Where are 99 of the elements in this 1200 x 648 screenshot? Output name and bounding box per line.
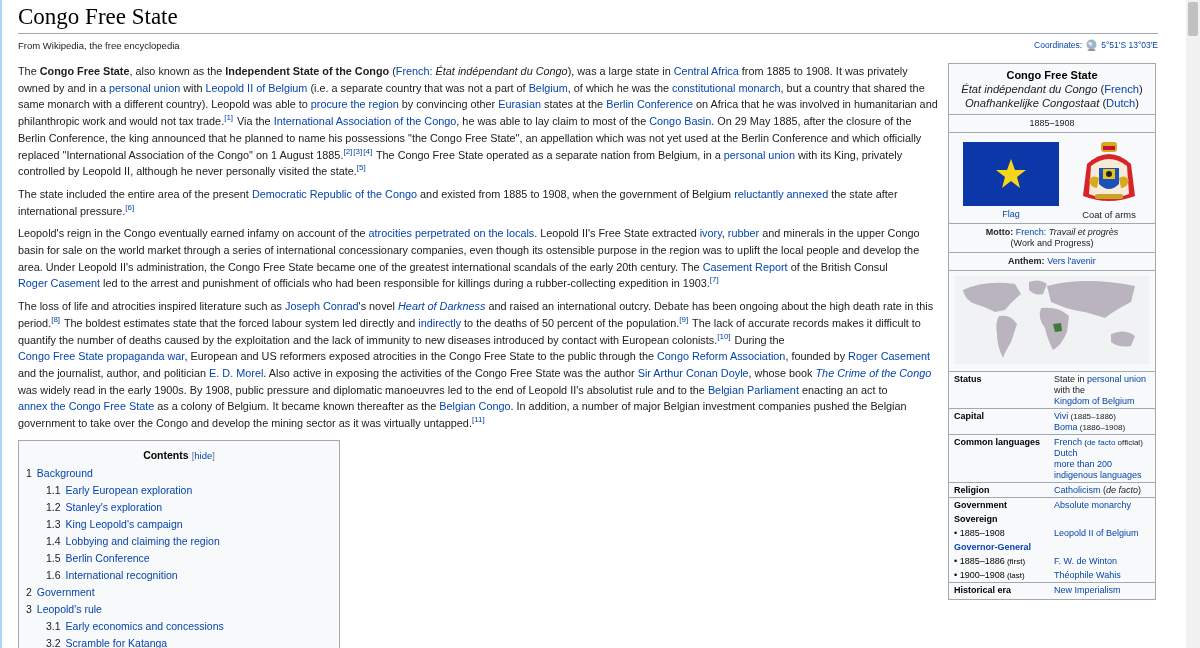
link[interactable]: annex the Congo Free State bbox=[18, 400, 155, 413]
reference-link[interactable]: [8] bbox=[51, 315, 61, 324]
reference-link[interactable]: [5] bbox=[356, 164, 366, 173]
page-title: Congo Free State bbox=[18, 3, 1158, 34]
motto-translation: (Work and Progress) bbox=[1009, 238, 1095, 249]
link[interactable]: rubber bbox=[727, 227, 760, 240]
arms-caption: Coat of arms bbox=[1082, 209, 1136, 220]
link[interactable]: Vivi bbox=[1054, 411, 1069, 421]
toc-entry[interactable]: 1.3 King Leopold's campaign bbox=[46, 515, 183, 533]
infobox-label: Government bbox=[954, 500, 1008, 511]
infobox-value: Vivi (1885–1886) bbox=[1054, 411, 1117, 422]
link[interactable]: Catholicism bbox=[1054, 485, 1101, 495]
link[interactable]: Absolute monarchy bbox=[1054, 500, 1152, 511]
link[interactable]: ivory bbox=[699, 227, 722, 240]
infobox-value: French (de facto official) bbox=[1054, 437, 1144, 448]
infobox-label: Religion bbox=[954, 485, 991, 496]
link[interactable]: F. W. de Winton bbox=[1054, 556, 1152, 567]
link[interactable]: Dutch bbox=[1054, 448, 1152, 459]
link[interactable]: Belgium bbox=[528, 81, 568, 94]
link[interactable]: Vers l'avenir bbox=[1047, 256, 1096, 266]
reference-link[interactable]: [11] bbox=[471, 416, 485, 425]
tagline: From Wikipedia, the free encyclopedia bbox=[18, 39, 180, 51]
link[interactable]: Kingdom of Belgium bbox=[1054, 396, 1135, 406]
infobox-label: Status bbox=[954, 374, 983, 386]
link[interactable]: French bbox=[1054, 437, 1082, 447]
link[interactable]: Dutch bbox=[1106, 97, 1136, 109]
reference-link[interactable]: [2] bbox=[343, 147, 353, 156]
native-name: Onafhankelijke Congostaat (Dutch) bbox=[963, 96, 1141, 110]
infobox-value: Catholicism (de facto) bbox=[1054, 485, 1143, 496]
toc-entry[interactable]: 3 Leopold's rule bbox=[26, 600, 102, 618]
link[interactable]: Congo Free State propaganda war bbox=[18, 350, 185, 363]
toc-entry[interactable]: 2 Government bbox=[26, 583, 95, 601]
link[interactable]: Joseph Conrad bbox=[285, 300, 359, 313]
reference-link[interactable]: [9] bbox=[679, 315, 689, 324]
motto-text: Motto: French: Travail et progrès bbox=[984, 227, 1120, 238]
anthem-text: Anthem: Vers l'avenir bbox=[1008, 256, 1096, 266]
infobox-label: • 1900–1908 (last) bbox=[954, 570, 1026, 581]
link[interactable]: personal union bbox=[723, 148, 795, 161]
infobox-label: Historical era bbox=[954, 585, 1013, 596]
bracket: ] bbox=[212, 448, 215, 463]
link[interactable]: Sir Arthur Conan Doyle bbox=[637, 366, 749, 379]
infobox-value: Boma (1886–1908) bbox=[1054, 422, 1127, 433]
reference-link[interactable]: [1] bbox=[224, 114, 234, 123]
reference-link[interactable]: [4] bbox=[363, 147, 373, 156]
toc-entry[interactable]: 1.6 International recognition bbox=[46, 566, 178, 584]
contents-heading: Contents bbox=[143, 447, 189, 463]
link[interactable]: personal union bbox=[1087, 374, 1147, 384]
link[interactable]: reluctantly annexed bbox=[734, 187, 829, 200]
infobox-label: • 1885–1886 (first) bbox=[954, 556, 1027, 567]
toc-entry[interactable]: 3.2 Scramble for Katanga bbox=[46, 634, 168, 648]
toc-entry[interactable]: 1.4 Lobbying and claiming the region bbox=[46, 532, 220, 550]
infobox-subheading: Sovereign bbox=[954, 514, 999, 525]
globe-icon bbox=[1085, 39, 1099, 51]
infobox-label: Common languages bbox=[954, 437, 1041, 449]
flag-caption-link[interactable]: Flag bbox=[1002, 209, 1020, 220]
reference-link[interactable]: [6] bbox=[125, 203, 135, 212]
toc-entry[interactable]: 1.5 Berlin Conference bbox=[46, 549, 150, 567]
link[interactable]: Théophile Wahis bbox=[1054, 570, 1152, 581]
bracket: [ bbox=[191, 448, 195, 463]
infobox-label: Capital bbox=[954, 411, 985, 423]
link[interactable]: Boma bbox=[1054, 422, 1078, 432]
infobox-years: 1885–1908 bbox=[1029, 118, 1075, 128]
toc-entry[interactable]: 1.2 Stanley's exploration bbox=[46, 498, 163, 516]
link[interactable]: constitutional monarch bbox=[672, 81, 781, 94]
coordinates-link[interactable]: 5°51′S 13°03′E bbox=[1101, 40, 1158, 50]
scrollbar[interactable] bbox=[1186, 0, 1200, 648]
link[interactable]: Berlin Conference bbox=[606, 98, 693, 111]
link[interactable]: Roger Casement bbox=[18, 277, 100, 290]
link[interactable]: Democratic Republic of the Congo bbox=[251, 187, 418, 200]
link[interactable]: Eurasian bbox=[498, 98, 542, 111]
toc-entry[interactable]: 1.1 Early European exploration bbox=[46, 481, 193, 499]
toc-entry[interactable]: 3.1 Early economics and concessions bbox=[46, 617, 224, 635]
link[interactable]: indirectly bbox=[418, 316, 462, 329]
link[interactable]: Leopold II of Belgium bbox=[1054, 528, 1152, 539]
link[interactable]: procure the region bbox=[310, 98, 399, 111]
link[interactable]: Belgian Parliament bbox=[707, 383, 799, 396]
infobox-value: State in personal union with the Kingdom of Belgium bbox=[1054, 374, 1148, 407]
flag-drawing[interactable] bbox=[963, 142, 1059, 206]
toc-entry[interactable]: 1 Background bbox=[26, 464, 93, 482]
link[interactable]: French: bbox=[1015, 227, 1047, 237]
link[interactable]: Central Africa bbox=[673, 65, 739, 77]
link[interactable]: Heart of Darkness bbox=[398, 300, 486, 313]
link[interactable]: Leopold II of Belgium bbox=[205, 81, 308, 94]
link[interactable]: Casement Report bbox=[702, 260, 788, 273]
reference-link[interactable]: [10] bbox=[717, 332, 731, 341]
link[interactable]: personal union bbox=[109, 81, 181, 94]
link[interactable]: New Imperialism bbox=[1054, 585, 1152, 596]
link[interactable]: more than 200 indigenous languages bbox=[1054, 459, 1152, 481]
infobox-label: • 1885–1908 bbox=[954, 528, 1006, 539]
link[interactable]: The Crime of the Congo bbox=[815, 366, 932, 379]
native-name: État indépendant du Congo (French) bbox=[960, 82, 1144, 96]
link[interactable]: Belgian Congo bbox=[439, 400, 511, 413]
infobox-title: Congo Free State bbox=[1005, 68, 1099, 82]
link[interactable]: Roger Casement bbox=[848, 350, 931, 363]
reference-link[interactable]: [3] bbox=[353, 147, 363, 156]
scrollbar-thumb[interactable] bbox=[1188, 2, 1198, 36]
coordinates-label[interactable]: Coordinates: bbox=[1034, 40, 1083, 50]
reference-link[interactable]: [7] bbox=[709, 276, 719, 285]
infobox-subheading-link[interactable]: Governor-General bbox=[954, 542, 1152, 553]
